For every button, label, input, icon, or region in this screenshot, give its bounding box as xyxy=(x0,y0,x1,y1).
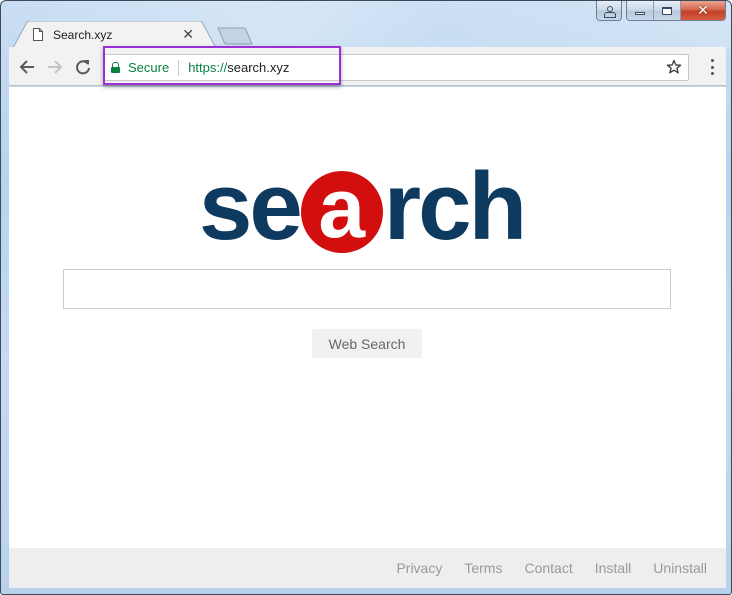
minimize-button[interactable] xyxy=(627,1,654,20)
caption-buttons: ✕ xyxy=(596,1,726,21)
star-icon[interactable] xyxy=(666,59,682,75)
vertical-dots-icon[interactable] xyxy=(710,59,714,75)
arrow-left-icon xyxy=(19,60,34,74)
footer-link-contact[interactable]: Contact xyxy=(524,560,572,576)
logo-text-end: rch xyxy=(383,153,527,260)
back-button[interactable] xyxy=(17,57,37,77)
security-label: Secure xyxy=(128,60,170,75)
footer-link-install[interactable]: Install xyxy=(595,560,632,576)
logo-highlight-letter: a xyxy=(300,166,383,253)
web-search-button[interactable]: Web Search xyxy=(312,329,422,358)
url-host: search.xyz xyxy=(227,60,290,75)
browser-toolbar: Secure https://search.xyz xyxy=(9,47,726,86)
new-tab-button[interactable] xyxy=(217,27,253,45)
user-icon xyxy=(604,5,616,18)
forward-button[interactable] xyxy=(45,57,65,77)
arrow-right-icon xyxy=(48,60,63,74)
close-icon: ✕ xyxy=(697,2,709,19)
reload-button[interactable] xyxy=(73,57,93,77)
tab-close-icon[interactable]: ✕ xyxy=(182,28,194,42)
tab-title: Search.xyz xyxy=(53,27,113,42)
footer-link-privacy[interactable]: Privacy xyxy=(396,560,442,576)
lock-icon xyxy=(111,62,120,73)
maximize-button[interactable] xyxy=(654,1,681,20)
close-window-button[interactable]: ✕ xyxy=(681,1,725,20)
minimize-icon xyxy=(635,12,645,15)
footer-link-terms[interactable]: Terms xyxy=(464,560,502,576)
page-viewport: se a rch Web Search Privacy Terms Contac… xyxy=(9,87,726,588)
url-text[interactable]: https://search.xyz xyxy=(188,60,289,75)
address-bar[interactable]: Secure https://search.xyz xyxy=(103,54,689,81)
reload-icon xyxy=(76,60,90,75)
file-icon xyxy=(33,28,43,41)
site-logo: se a rch xyxy=(199,153,527,260)
user-profile-button[interactable] xyxy=(596,1,622,21)
search-input[interactable] xyxy=(63,269,671,309)
browser-window: ✕ Search.xyz ✕ Secure https://search.xyz… xyxy=(0,0,732,595)
logo-text-start: se xyxy=(199,153,303,260)
page-footer: Privacy Terms Contact Install Uninstall xyxy=(9,548,726,588)
omnibox-divider xyxy=(178,59,180,76)
window-controls: ✕ xyxy=(626,1,726,21)
footer-link-uninstall[interactable]: Uninstall xyxy=(653,560,707,576)
tab-search-xyz[interactable]: Search.xyz ✕ xyxy=(13,21,216,48)
url-scheme: https:// xyxy=(188,60,228,75)
maximize-icon xyxy=(662,6,672,15)
